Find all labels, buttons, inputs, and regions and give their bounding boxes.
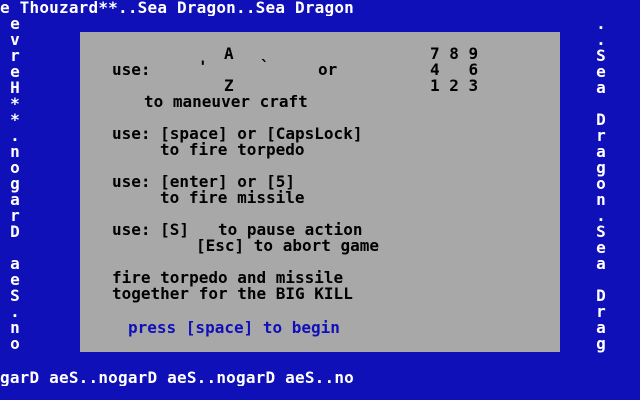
instructions-panel: A 7 8 9 use: ' ` or 4 6 Z 1 2 3 to maneu…: [80, 32, 560, 352]
marquee-top: e Thouzard**..Sea Dragon..Sea Dragon: [0, 0, 354, 16]
missile-caption: to fire missile: [160, 188, 305, 207]
numpad-bottom-row: 1 2 3: [430, 76, 479, 95]
start-prompt[interactable]: press [space] to begin: [128, 320, 340, 336]
maneuver-caption: to maneuver craft: [144, 92, 308, 111]
marquee-right: ..SeaDragon.SeaDrag: [590, 16, 612, 368]
use-label: use:: [112, 60, 151, 79]
marquee-char: D: [10, 222, 20, 241]
key-up-label: A: [224, 44, 234, 63]
marquee-char: [590, 352, 612, 368]
marquee-char: g: [596, 334, 606, 353]
marquee-bottom: garD aeS..nogarD aeS..nogarD aeS..no: [0, 370, 354, 386]
bigkill-line2: together for the BIG KILL: [112, 284, 353, 303]
or-label: or: [318, 60, 338, 79]
torpedo-caption: to fire torpedo: [160, 140, 305, 159]
game-screen: e Thouzard**..Sea Dragon..Sea Dragon evr…: [0, 0, 640, 400]
key-right-label: `: [260, 57, 270, 76]
marquee-char: o: [10, 334, 20, 353]
marquee-char: a: [596, 78, 606, 97]
marquee-char: [4, 352, 26, 368]
abort-keys: [Esc] to abort game: [196, 236, 380, 255]
marquee-char: a: [596, 254, 606, 273]
marquee-left: e v r e H * *. n o g a r Da e S. n o: [4, 16, 26, 368]
key-left-label: ': [198, 57, 208, 76]
